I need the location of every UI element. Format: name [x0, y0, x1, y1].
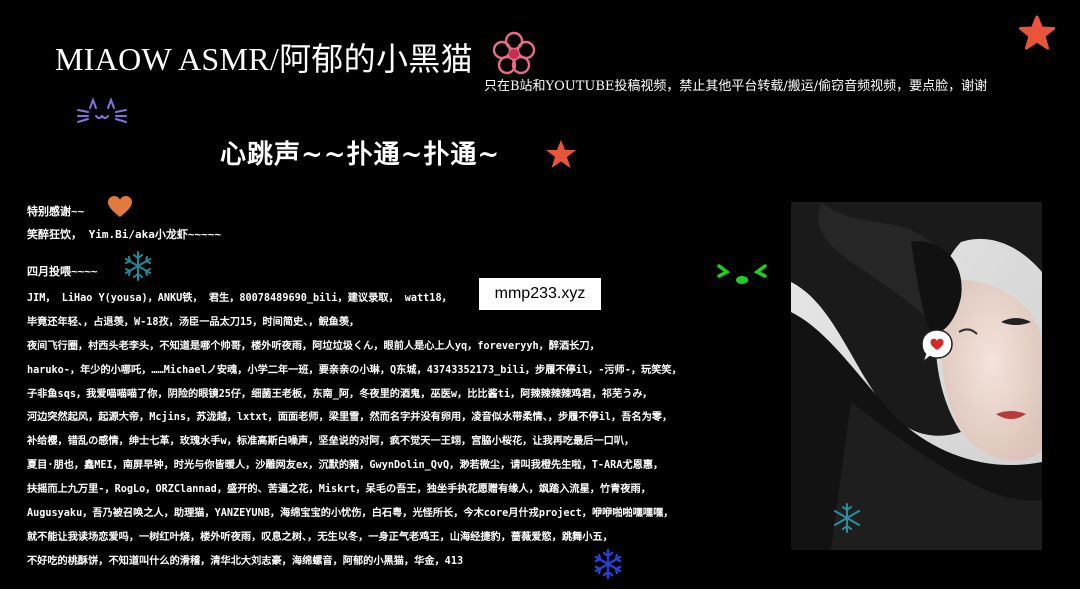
- snowflake-icon-blue: [594, 548, 622, 580]
- heart-icon: [108, 196, 132, 217]
- donor-line: 夜间飞行圈，村西头老李头，不知道是哪个帅哥，楼外听夜雨，阿垃垃圾くん，眼前人是心…: [27, 340, 600, 352]
- donor-line: 毕竟还年轻、，占退羡，W-18孜，汤臣一品太刀15，时间简史、，鲵鱼羡，: [27, 316, 360, 328]
- orange-star-icon-small: [546, 140, 576, 168]
- portrait-photo: [791, 202, 1042, 550]
- special-thanks-title: 特别感谢~~: [27, 205, 85, 218]
- video-subtitle: 心跳声~~扑通~扑通~: [220, 140, 501, 170]
- donor-line: 河边突然起风，起源大帝，Mcjins，苏泷越，lxtxt，面面老师，梁里雪，然而…: [27, 412, 673, 424]
- page: MIAOW ASMR/阿郁的小黑猫 只在B站和YOUTUBE投稿视频，禁止其他平…: [0, 0, 1080, 589]
- snowflake-icon-small: [833, 503, 861, 533]
- donor-line: haruko-，年少的小哪吒，……Michaelノ安魂，小学二年一班，要亲亲の小…: [27, 364, 682, 376]
- donor-line: 扶摇而上九万里-，RogLo，ORZClannad，盛开的、苦逼之花，Miskr…: [27, 484, 651, 496]
- pink-flower-icon: [492, 31, 536, 75]
- snowflake-icon: [124, 251, 152, 281]
- watermark-label: mmp233.xyz: [479, 278, 601, 310]
- donor-line: 就不能让我读场恋爱吗，一树红叶烧，楼外听夜雨，叹息之树、，无生以冬，一身正气老鸡…: [27, 531, 613, 543]
- speech-bubble-heart-icon: [921, 329, 953, 365]
- donor-line: 不好吃的桃酥饼，不知道叫什么的滑稽，清华北大刘志豪，海绵螺音，阿郁的小黑猫，华金…: [27, 555, 464, 567]
- donor-line: 补给樱，错乱の感情，绅士七革，玫瑰水手w，标准高斯白噪声，坚垒说的对阿，疯不觉天…: [27, 436, 635, 448]
- copyright-notice: 只在B站和YOUTUBE投稿视频，禁止其他平台转载/搬运/偷窃音频视频，要点脸，…: [484, 79, 988, 94]
- page-title: MIAOW ASMR/阿郁的小黑猫: [55, 41, 473, 77]
- donor-list: JIM， LiHao Y(yousa)，ANKU铁， 君生，8007848969…: [27, 287, 787, 574]
- donor-line: 子非鱼sqs，我爱喵喵喵了你，阴险的眼镜25仔，细菌王老板，东南_阿，冬夜里的酒…: [27, 388, 653, 400]
- donor-line: JIM， LiHao Y(yousa)，ANKU铁， 君生，8007848969…: [27, 293, 452, 304]
- donor-line: Augusyaku，吾乃被召唤之人，助理猫，YANZEYUNB，海绵宝宝的小忧伤…: [27, 508, 674, 520]
- donor-line: 夏目·朋也，鑫MEI，南屏早钟，时光与你皆暖人，沙雕网友ex，沉默的豬，Gwyn…: [27, 460, 664, 472]
- april-donors-title: 四月投喂~~~~: [27, 265, 98, 278]
- orange-star-icon: [1019, 15, 1055, 50]
- cat-face-icon: [77, 97, 127, 123]
- special-thanks-names: 笑醉狂饮， Yim.Bi/aka小龙虾~~~~~: [27, 228, 221, 241]
- green-face-icon: [717, 264, 767, 284]
